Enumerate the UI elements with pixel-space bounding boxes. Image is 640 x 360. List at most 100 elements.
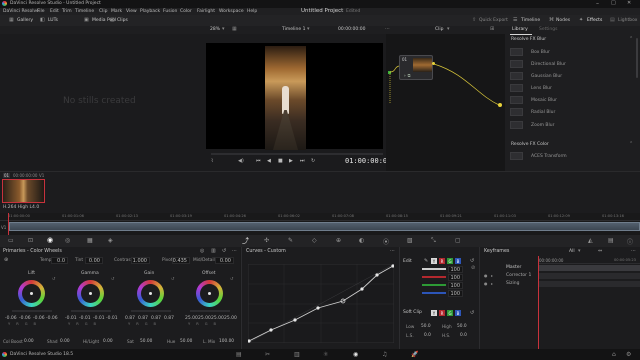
primaries-reset-icon[interactable]: ↺	[222, 248, 226, 254]
temp-value[interactable]: 0.0	[51, 257, 68, 264]
wheel-reset-icon[interactable]: ↺	[52, 276, 55, 281]
play-reverse-button[interactable]: ◀	[267, 158, 271, 164]
page-deliver-icon[interactable]: 🚀	[411, 351, 418, 358]
node-view-icon[interactable]: ⊞	[490, 26, 494, 32]
ls-value[interactable]: 0.0	[424, 333, 431, 338]
color-wheels-icon[interactable]: ◉	[47, 236, 53, 244]
hdr-icon[interactable]: ◎	[65, 237, 70, 244]
section-resolve-fx-blur[interactable]: Resolve FX Blur	[511, 37, 546, 42]
softclip-reset-icon[interactable]: ↺	[470, 310, 474, 316]
color-match-icon[interactable]: ⊡	[28, 237, 33, 244]
fx-aces-transform[interactable]: ACES Transform	[506, 151, 630, 161]
edit-row-y-value[interactable]: 100	[448, 266, 463, 273]
menu-help[interactable]: Help	[247, 9, 257, 14]
hs-value[interactable]: 0.0	[460, 333, 467, 338]
sc-channel-r-button[interactable]: R	[439, 310, 445, 316]
stop-button[interactable]: ■	[278, 158, 283, 164]
node-output-connector[interactable]	[498, 103, 502, 107]
gallery-button[interactable]: Gallery	[17, 18, 33, 23]
edit-reset-icon[interactable]: ↺	[470, 258, 474, 264]
collapse-color-icon[interactable]: ⌃	[629, 141, 633, 147]
menu-edit[interactable]: Edit	[50, 9, 59, 14]
edit-row-b-slider[interactable]	[422, 292, 446, 294]
menu-color[interactable]: Color	[180, 9, 192, 14]
color-warper-icon[interactable]: ✣	[264, 237, 269, 244]
fx-radial-blur[interactable]: Radial Blur	[506, 107, 630, 117]
page-cut-icon[interactable]: ✂	[265, 351, 270, 358]
nodes-button[interactable]: Nodes	[556, 18, 570, 23]
timeline-clip[interactable]	[9, 222, 640, 231]
magic-mask-icon[interactable]: ◐	[359, 237, 364, 244]
menu-app-name[interactable]: DaVinci Resolve	[3, 9, 39, 14]
contrast-value[interactable]: 1.000	[131, 257, 150, 264]
home-icon[interactable]: ⌂	[612, 351, 616, 358]
expand-icon[interactable]: ▸	[491, 281, 493, 286]
menu-view[interactable]: View	[126, 9, 137, 14]
gamma-master-slider[interactable]	[71, 310, 111, 312]
quick-export-button[interactable]: Quick Export	[479, 18, 508, 23]
scopes-toggle-icon[interactable]: ▤	[608, 237, 614, 244]
keyframe-master[interactable]: Master	[506, 265, 521, 270]
maximize-button[interactable]: □	[611, 0, 616, 6]
menu-fusion[interactable]: Fusion	[163, 9, 177, 14]
timeline-button[interactable]: Timeline	[521, 18, 540, 23]
lift-master-slider[interactable]	[12, 310, 52, 312]
channel-r-button[interactable]: R	[439, 258, 445, 264]
motion-effects-icon[interactable]: ◈	[108, 237, 113, 244]
menu-clip[interactable]: Clip	[99, 9, 108, 14]
gain-value-b[interactable]: 0.87	[164, 316, 174, 321]
expand-icon[interactable]: ●	[484, 273, 488, 278]
gain-value-g[interactable]: 0.87	[151, 316, 161, 321]
lift-value-b[interactable]: -0.06	[46, 316, 58, 321]
edit-row-y-slider[interactable]	[422, 268, 446, 270]
hue-value[interactable]: 50.00	[180, 339, 192, 344]
auto-balance-icon[interactable]: ⊛	[4, 257, 8, 263]
keyframe-corrector-1[interactable]: Corrector 1	[506, 273, 531, 278]
curves-graph[interactable]	[248, 264, 394, 343]
hilight-value[interactable]: 0.00	[103, 339, 113, 344]
link-icon[interactable]: ⊘	[471, 265, 475, 271]
fx-gaussian-blur[interactable]: Gaussian Blur	[506, 71, 630, 81]
offset-value-r[interactable]: 25.00	[198, 316, 211, 321]
gain-wheel[interactable]	[137, 280, 164, 307]
wheel-reset-icon[interactable]: ↺	[111, 276, 114, 281]
video-frame-image[interactable]	[265, 46, 306, 150]
fx-lens-blur[interactable]: Lens Blur	[506, 83, 630, 93]
gamma-value-y[interactable]: -0.01	[65, 316, 77, 321]
offset-wheel[interactable]	[196, 280, 223, 307]
gamma-wheel[interactable]	[77, 280, 104, 307]
audio-icon[interactable]: ◀)	[238, 158, 244, 164]
edit-row-g-value[interactable]: 100	[448, 282, 463, 289]
sc-channel-b-button[interactable]: B	[455, 310, 461, 316]
gamma-wheel-handle[interactable]	[89, 292, 92, 295]
edit-pen-icon[interactable]: ✎	[424, 258, 428, 264]
loop-button[interactable]: ↻	[311, 158, 315, 164]
high-value[interactable]: 50.0	[457, 324, 467, 329]
gain-master-slider[interactable]	[131, 310, 171, 312]
keyframes-ruler[interactable]	[538, 256, 640, 264]
menu-workspace[interactable]: Workspace	[219, 9, 244, 14]
expand-icon[interactable]: ●	[484, 281, 488, 286]
library-tab[interactable]: Library	[512, 27, 528, 32]
sc-channel-g-button[interactable]: G	[447, 310, 453, 316]
node-01[interactable]: 01 ⚬ ⧉	[399, 55, 433, 80]
zoom-dropdown-icon[interactable]: ▾	[222, 26, 225, 32]
node-out-dot[interactable]	[432, 62, 435, 65]
menu-file[interactable]: File	[37, 9, 45, 14]
pivot-value[interactable]: 0.435	[172, 257, 190, 264]
gain-value-r[interactable]: 0.87	[138, 316, 148, 321]
tint-value[interactable]: 0.00	[85, 257, 103, 264]
viewer-options-icon[interactable]: ⋯	[385, 26, 390, 32]
keyframes-filter[interactable]: All	[569, 249, 575, 254]
timeline-name-dropdown-icon[interactable]: ▾	[307, 26, 310, 32]
curves-menu-icon[interactable]: ⋯	[390, 248, 395, 254]
edit-row-b-value[interactable]: 100	[448, 290, 463, 297]
sc-channel-y-button[interactable]: Y	[431, 310, 437, 316]
key-icon[interactable]: ▧	[407, 237, 413, 244]
gamma-value-b[interactable]: -0.01	[106, 316, 118, 321]
viewer-mode-icon[interactable]: ▦	[232, 26, 237, 32]
clip-thumbnail[interactable]	[2, 179, 45, 203]
gain-wheel-handle[interactable]	[149, 292, 152, 295]
primaries-bars-icon[interactable]: ▥	[211, 248, 216, 254]
lmix-value[interactable]: 100.00	[219, 339, 234, 344]
